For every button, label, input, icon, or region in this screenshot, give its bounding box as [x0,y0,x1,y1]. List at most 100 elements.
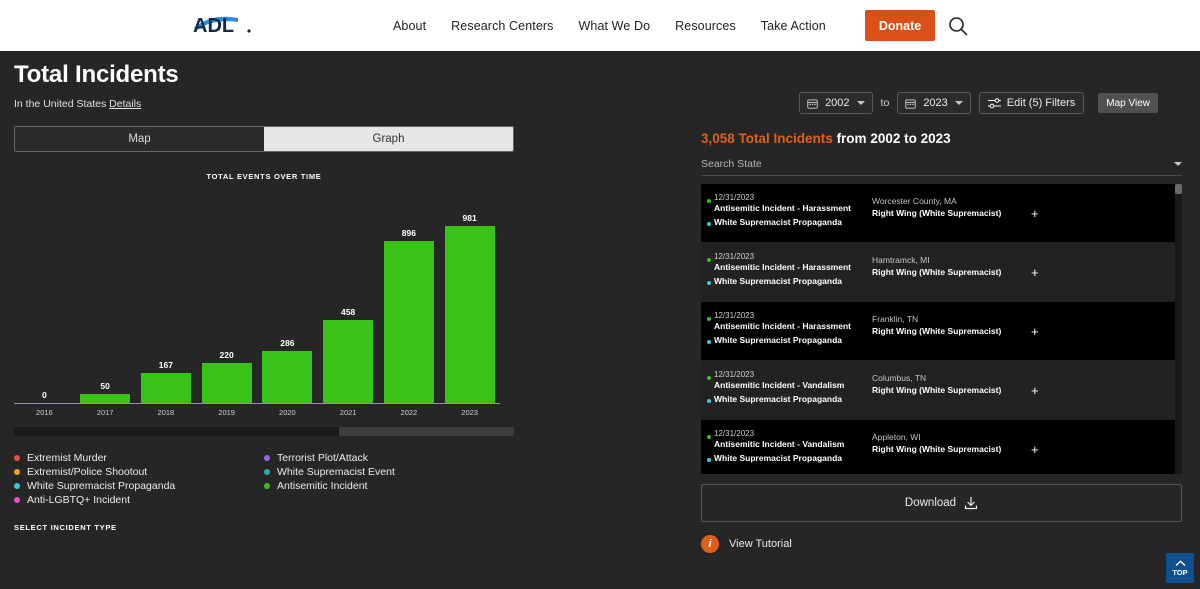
plus-icon[interactable]: + [1031,442,1039,457]
bar-chart: 0 50 167 220 286 458 896 981 2016 2017 2018 2019 20… [14,195,514,425]
legend-item[interactable]: Extremist/Police Shootout [14,465,264,479]
chart-bar-2016[interactable]: 0 [14,195,75,403]
plus-icon[interactable]: + [1031,265,1039,280]
chart-axis-line [14,403,500,404]
bar-rect[interactable] [323,320,374,403]
plus-icon[interactable]: + [1031,324,1039,339]
legend-label: Anti-LGBTQ+ Incident [27,494,131,506]
svg-text:ADL: ADL [193,15,234,37]
state-search-row [701,152,1182,176]
donate-button[interactable]: Donate [865,10,935,41]
bar-rect[interactable] [383,241,434,403]
to-year-select[interactable]: 2023 [897,92,971,114]
chart-bar-2020[interactable]: 286 [257,195,318,403]
incident-date: 12/31/2023 [714,193,755,202]
details-link[interactable]: Details [109,98,141,110]
legend-color-dot [264,469,270,475]
incident-row[interactable]: 12/31/2023 Antisemitic Incident - Vandali… [701,361,1182,420]
search-state-input[interactable] [701,157,1174,170]
legend-item[interactable]: Extremist Murder [14,451,264,465]
incident-secondary: Worcester County, MA Right Wing (White Su… [872,196,1022,218]
incident-subcategory-dot [707,458,711,462]
chart-bar-2018[interactable]: 167 [136,195,197,403]
chevron-up-icon [1175,559,1185,566]
incident-list: 12/31/2023 Antisemitic Incident - Harassm… [701,184,1182,474]
view-tutorial-row[interactable]: i View Tutorial [701,535,1182,553]
from-year-select[interactable]: 2002 [799,92,873,114]
incident-secondary: Hamtramck, MI Right Wing (White Supremaci… [872,255,1022,277]
legend-item[interactable]: White Supremacist Propaganda [14,479,264,493]
plus-icon[interactable]: + [1031,206,1039,221]
legend-color-dot [264,483,270,489]
chart-bar-2022[interactable]: 896 [379,195,440,403]
legend-item[interactable]: Anti-LGBTQ+ Incident [14,493,264,507]
nav-link-what-we-do[interactable]: What We Do [579,19,651,33]
legend-label: Antisemitic Incident [277,480,368,492]
nav-link-about[interactable]: About [393,19,426,33]
chart-bar-2021[interactable]: 458 [318,195,379,403]
chart-x-axis-labels: 2016 2017 2018 2019 2020 2021 2022 2023 [14,408,500,417]
chart-title: TOTAL EVENTS OVER TIME [206,172,322,181]
view-tutorial-label[interactable]: View Tutorial [729,538,792,550]
bar-rect[interactable] [80,393,131,403]
results-range: from 2002 to 2023 [836,131,951,146]
calendar-icon [905,99,916,109]
map-view-button[interactable]: Map View [1098,93,1158,113]
bar-rect[interactable] [201,363,252,403]
bar-value-label: 458 [341,307,356,318]
incident-location: Columbus, TN [872,373,927,383]
incident-primary: 12/31/2023 Antisemitic Incident - Vandali… [714,429,874,463]
incident-row[interactable]: 12/31/2023 Antisemitic Incident - Vandali… [701,420,1182,474]
page-subtitle: In the United States Details [14,98,141,110]
download-icon [964,497,978,510]
scroll-to-top-button[interactable]: TOP [1166,553,1194,583]
tab-graph[interactable]: Graph [264,127,513,151]
incident-row[interactable]: 12/31/2023 Antisemitic Incident - Harassm… [701,184,1182,243]
legend-label: White Supremacist Event [277,466,395,478]
incident-primary: 12/31/2023 Antisemitic Incident - Vandali… [714,370,874,404]
main-content: Map Graph TOTAL EVENTS OVER TIME 0 50 167 2… [0,121,1200,589]
download-label: Download [904,497,957,509]
view-toggle: Map Graph [14,126,514,152]
incident-affiliation: Right Wing (White Supremacist) [872,267,1002,277]
incident-subcategory-dot [707,222,711,226]
bar-rect[interactable] [262,351,313,403]
chevron-down-icon[interactable] [1174,161,1182,166]
x-tick-2018: 2018 [157,408,175,417]
bar-value-label: 220 [219,350,234,361]
bar-rect[interactable] [444,225,495,403]
x-tick-2023: 2023 [461,408,478,417]
incident-row[interactable]: 12/31/2023 Antisemitic Incident - Harassm… [701,243,1182,302]
tab-map[interactable]: Map [15,127,264,151]
nav-link-take-action[interactable]: Take Action [761,19,826,33]
incident-list-scroll[interactable]: 12/31/2023 Antisemitic Incident - Harassm… [701,184,1182,474]
legend-item[interactable]: Antisemitic Incident [264,479,514,493]
legend-label: Extremist Murder [27,452,107,464]
chart-scrollbar-thumb[interactable] [339,427,514,436]
incident-list-scrollbar[interactable] [1175,184,1182,474]
bar-value-label: 0 [42,390,47,400]
legend-label: Terrorist Plot/Attack [277,452,369,464]
download-button[interactable]: Download [701,484,1182,522]
nav-link-research-centers[interactable]: Research Centers [451,19,553,33]
nav-link-resources[interactable]: Resources [675,19,736,33]
edit-filters-button[interactable]: Edit (5) Filters [978,92,1085,114]
legend-item[interactable]: Terrorist Plot/Attack [264,451,514,465]
chart-bar-2023[interactable]: 981 [439,195,500,403]
info-icon: i [701,535,719,553]
legend-column-right: Terrorist Plot/Attack White Supremacist E… [264,451,514,507]
incident-subtype-label: White Supremacist Propaganda [714,217,842,227]
plus-icon[interactable]: + [1031,383,1039,398]
incident-location: Appleton, WI [872,432,921,442]
legend-item[interactable]: White Supremacist Event [264,465,514,479]
incident-row[interactable]: 12/31/2023 Antisemitic Incident - Harassm… [701,302,1182,361]
bar-rect[interactable] [140,372,191,403]
incident-list-scrollbar-thumb[interactable] [1175,184,1182,194]
chart-bar-2017[interactable]: 50 [75,195,136,403]
legend-color-dot [264,455,270,461]
top-navigation-bar: ADL About Research Centers What We Do Re… [0,0,1200,51]
chart-horizontal-scrollbar[interactable] [14,427,514,436]
adl-logo[interactable]: ADL [192,11,254,37]
search-icon[interactable] [946,14,970,38]
chart-bar-2019[interactable]: 220 [196,195,257,403]
